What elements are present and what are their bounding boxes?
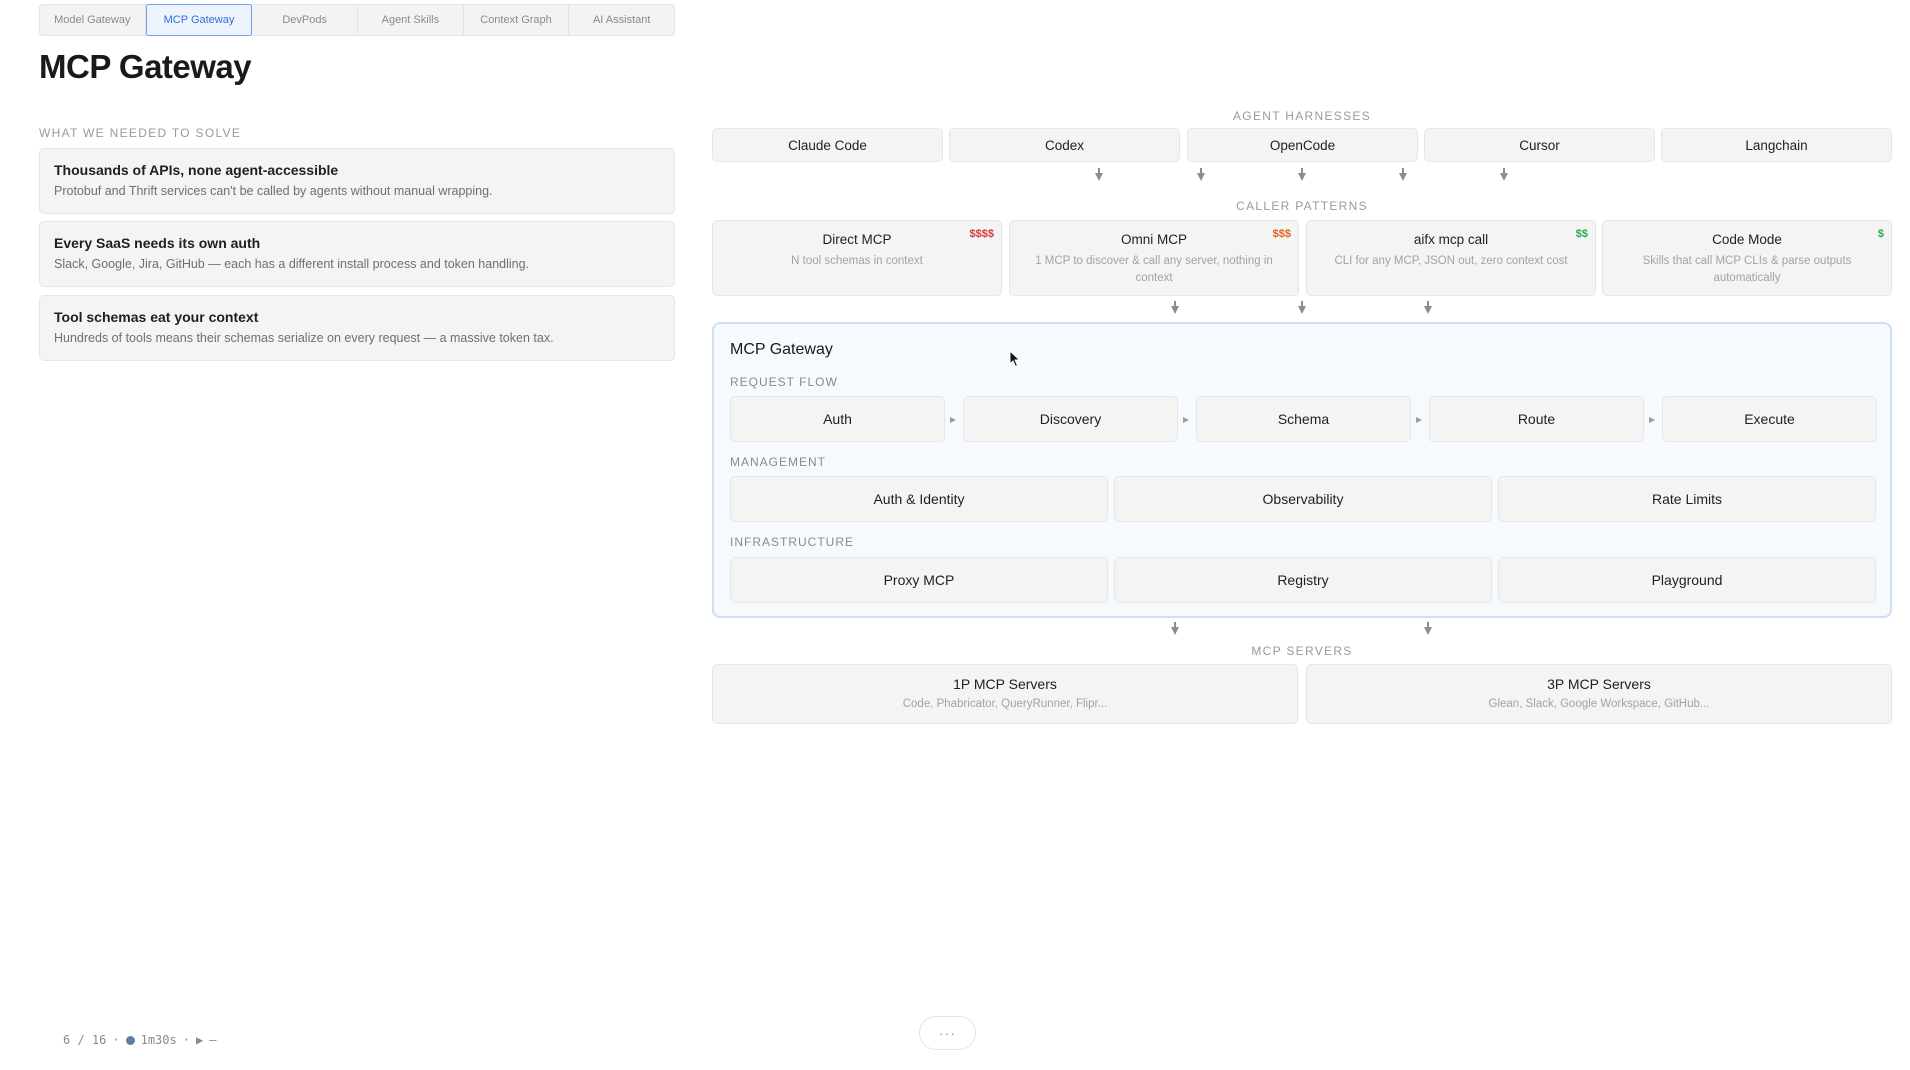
flow-step-execute: Execute (1662, 396, 1877, 442)
slide-progress: 6 / 16 (63, 1033, 107, 1047)
mouse-cursor-icon (1009, 350, 1021, 368)
slide-duration: 1m30s (140, 1033, 177, 1047)
flow-step-auth: Auth (730, 396, 945, 442)
infra-proxy-mcp: Proxy MCP (730, 557, 1108, 603)
problem-desc: Hundreds of tools means their schemas se… (54, 331, 554, 345)
server-desc: Glean, Slack, Google Workspace, GitHub..… (1488, 698, 1710, 710)
mgmt-observability: Observability (1114, 476, 1492, 522)
separator: · (112, 1033, 120, 1047)
problem-card: Thousands of APIs, none agent-accessible… (39, 148, 675, 214)
down-arrow-icon (1298, 301, 1306, 314)
right-arrow-icon (1183, 417, 1189, 423)
caller-title: Direct MCP (822, 232, 892, 247)
harness-claude-code: Claude Code (712, 128, 943, 162)
caller-title: aifx mcp call (1413, 232, 1489, 247)
cost-badge: $ (1877, 228, 1884, 240)
caller-desc: Skills that call MCP CLIs & parse output… (1642, 255, 1852, 284)
tab-model-gateway[interactable]: Model Gateway (40, 5, 146, 35)
tab-agent-skills[interactable]: Agent Skills (358, 5, 464, 35)
harness-langchain: Langchain (1661, 128, 1892, 162)
caller-omni-mcp: $$$ Omni MCP 1 MCP to discover & call an… (1009, 220, 1299, 296)
down-arrow-icon (1171, 622, 1179, 635)
caller-desc: N tool schemas in context (791, 255, 923, 267)
down-arrow-icon (1171, 301, 1179, 314)
server-desc: Code, Phabricator, QueryRunner, Flipr... (902, 698, 1108, 710)
agent-harnesses-label: AGENT HARNESSES (1233, 109, 1371, 123)
down-arrow-icon (1197, 168, 1205, 181)
separator: · (182, 1033, 190, 1047)
server-title: 1P MCP Servers (953, 676, 1057, 692)
caller-patterns-label: CALLER PATTERNS (1236, 199, 1368, 213)
infrastructure-label: INFRASTRUCTURE (730, 535, 854, 549)
harness-opencode: OpenCode (1187, 128, 1418, 162)
tab-mcp-gateway[interactable]: MCP Gateway (145, 4, 253, 36)
request-flow-label: REQUEST FLOW (730, 375, 838, 389)
tab-bar: Model Gateway MCP Gateway DevPods Agent … (39, 4, 675, 36)
timer-dot-icon (125, 1035, 135, 1045)
caller-desc: 1 MCP to discover & call any server, not… (1035, 255, 1273, 284)
caller-title: Code Mode (1712, 232, 1782, 247)
down-arrow-icon (1399, 168, 1407, 181)
tab-context-graph[interactable]: Context Graph (464, 5, 570, 35)
cost-badge: $$$ (1272, 228, 1291, 240)
caller-desc: CLI for any MCP, JSON out, zero context … (1334, 255, 1568, 267)
harness-cursor: Cursor (1424, 128, 1655, 162)
gateway-title: MCP Gateway (730, 341, 833, 358)
mgmt-auth-identity: Auth & Identity (730, 476, 1108, 522)
server-title: 3P MCP Servers (1547, 676, 1651, 692)
down-arrow-icon (1095, 168, 1103, 181)
caller-title: Omni MCP (1120, 232, 1187, 247)
problem-title: Thousands of APIs, none agent-accessible (54, 162, 339, 178)
slide-status: 6 / 16 · 1m30s · ▶ — (63, 1033, 216, 1047)
cost-badge: $$$$ (969, 228, 994, 240)
infra-playground: Playground (1498, 557, 1876, 603)
down-arrow-icon (1424, 622, 1432, 635)
mcp-servers-label: MCP SERVERS (1251, 644, 1353, 658)
page-title: MCP Gateway (39, 48, 252, 85)
management-label: MANAGEMENT (730, 455, 827, 469)
problem-title: Every SaaS needs its own auth (54, 235, 261, 251)
down-arrow-icon (1298, 168, 1306, 181)
more-options-button[interactable]: ··· (919, 1016, 976, 1050)
dash-text: — (209, 1033, 217, 1047)
infra-registry: Registry (1114, 557, 1492, 603)
tab-devpods[interactable]: DevPods (252, 5, 359, 35)
mgmt-rate-limits: Rate Limits (1498, 476, 1876, 522)
problem-card: Tool schemas eat your context Hundreds o… (39, 295, 675, 361)
flow-step-discovery: Discovery (963, 396, 1178, 442)
flow-step-schema: Schema (1196, 396, 1411, 442)
right-arrow-icon (1416, 417, 1422, 423)
caller-aifx-mcp-call: $$ aifx mcp call CLI for any MCP, JSON o… (1306, 220, 1596, 296)
server-1p: 1P MCP Servers Code, Phabricator, QueryR… (712, 664, 1298, 724)
problem-title: Tool schemas eat your context (54, 309, 259, 325)
right-arrow-icon (950, 417, 956, 423)
down-arrow-icon (1424, 301, 1432, 314)
flow-step-route: Route (1429, 396, 1644, 442)
caller-code-mode: $ Code Mode Skills that call MCP CLIs & … (1602, 220, 1892, 296)
mcp-gateway-container: MCP Gateway REQUEST FLOW Auth Discovery … (712, 322, 1892, 618)
server-3p: 3P MCP Servers Glean, Slack, Google Work… (1306, 664, 1892, 724)
play-icon[interactable]: ▶ (196, 1033, 203, 1047)
problem-card: Every SaaS needs its own auth Slack, Goo… (39, 221, 675, 287)
harness-codex: Codex (949, 128, 1180, 162)
problem-desc: Slack, Google, Jira, GitHub — each has a… (54, 257, 530, 271)
caller-direct-mcp: $$$$ Direct MCP N tool schemas in contex… (712, 220, 1002, 296)
down-arrow-icon (1500, 168, 1508, 181)
right-arrow-icon (1649, 417, 1655, 423)
problems-section-label: WHAT WE NEEDED TO SOLVE (39, 126, 242, 140)
problem-desc: Protobuf and Thrift services can't be ca… (54, 184, 493, 198)
tab-ai-assistant[interactable]: AI Assistant (569, 5, 674, 35)
cost-badge: $$ (1575, 228, 1588, 240)
